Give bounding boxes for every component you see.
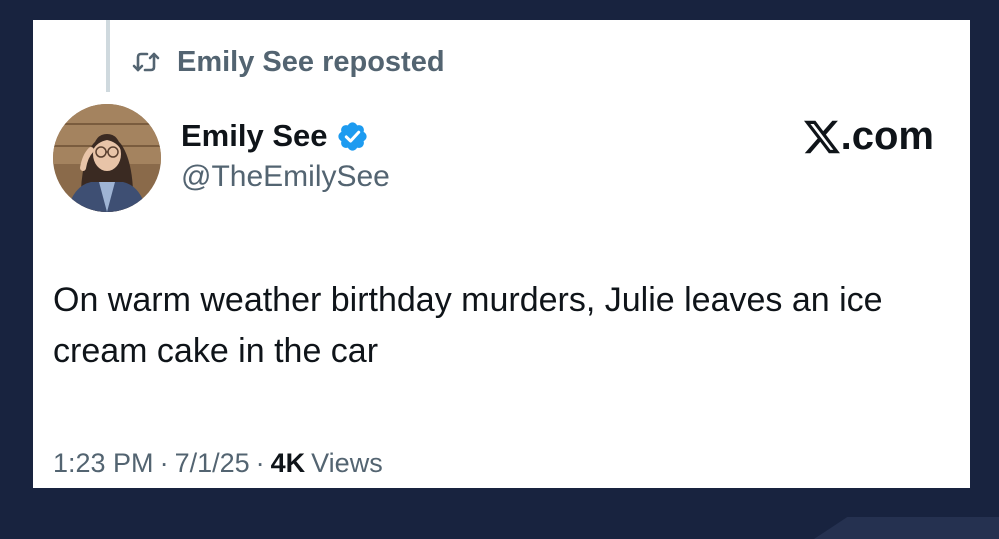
repost-label: Emily See reposted [177, 45, 445, 78]
brand-text: .com [840, 114, 934, 158]
repost-indicator[interactable]: Emily See reposted [131, 44, 445, 80]
brand-watermark: .com [803, 114, 934, 159]
views-count: 4K [270, 448, 306, 478]
background-corner-shape [814, 517, 999, 539]
meta-separator: · [159, 448, 169, 478]
author-name-row[interactable]: Emily See [181, 116, 369, 156]
verified-badge-icon [336, 120, 369, 153]
views-label: Views [311, 448, 383, 478]
avatar[interactable] [53, 104, 161, 212]
author-handle[interactable]: @TheEmilySee [181, 160, 390, 194]
author-display-name[interactable]: Emily See [181, 118, 327, 154]
post-card[interactable]: Emily See reposted Emily See @TheEmilySe [33, 20, 970, 488]
post-date[interactable]: 7/1/25 [175, 448, 250, 479]
post-meta: 1:23 PM · 7/1/25 · 4K Views [53, 448, 383, 479]
post-text: On warm weather birthday murders, Julie … [53, 281, 883, 370]
thread-line [106, 20, 110, 92]
x-logo-icon [803, 119, 840, 155]
post-time[interactable]: 1:23 PM [53, 448, 154, 479]
meta-separator: · [255, 448, 265, 478]
repost-icon [131, 47, 161, 77]
